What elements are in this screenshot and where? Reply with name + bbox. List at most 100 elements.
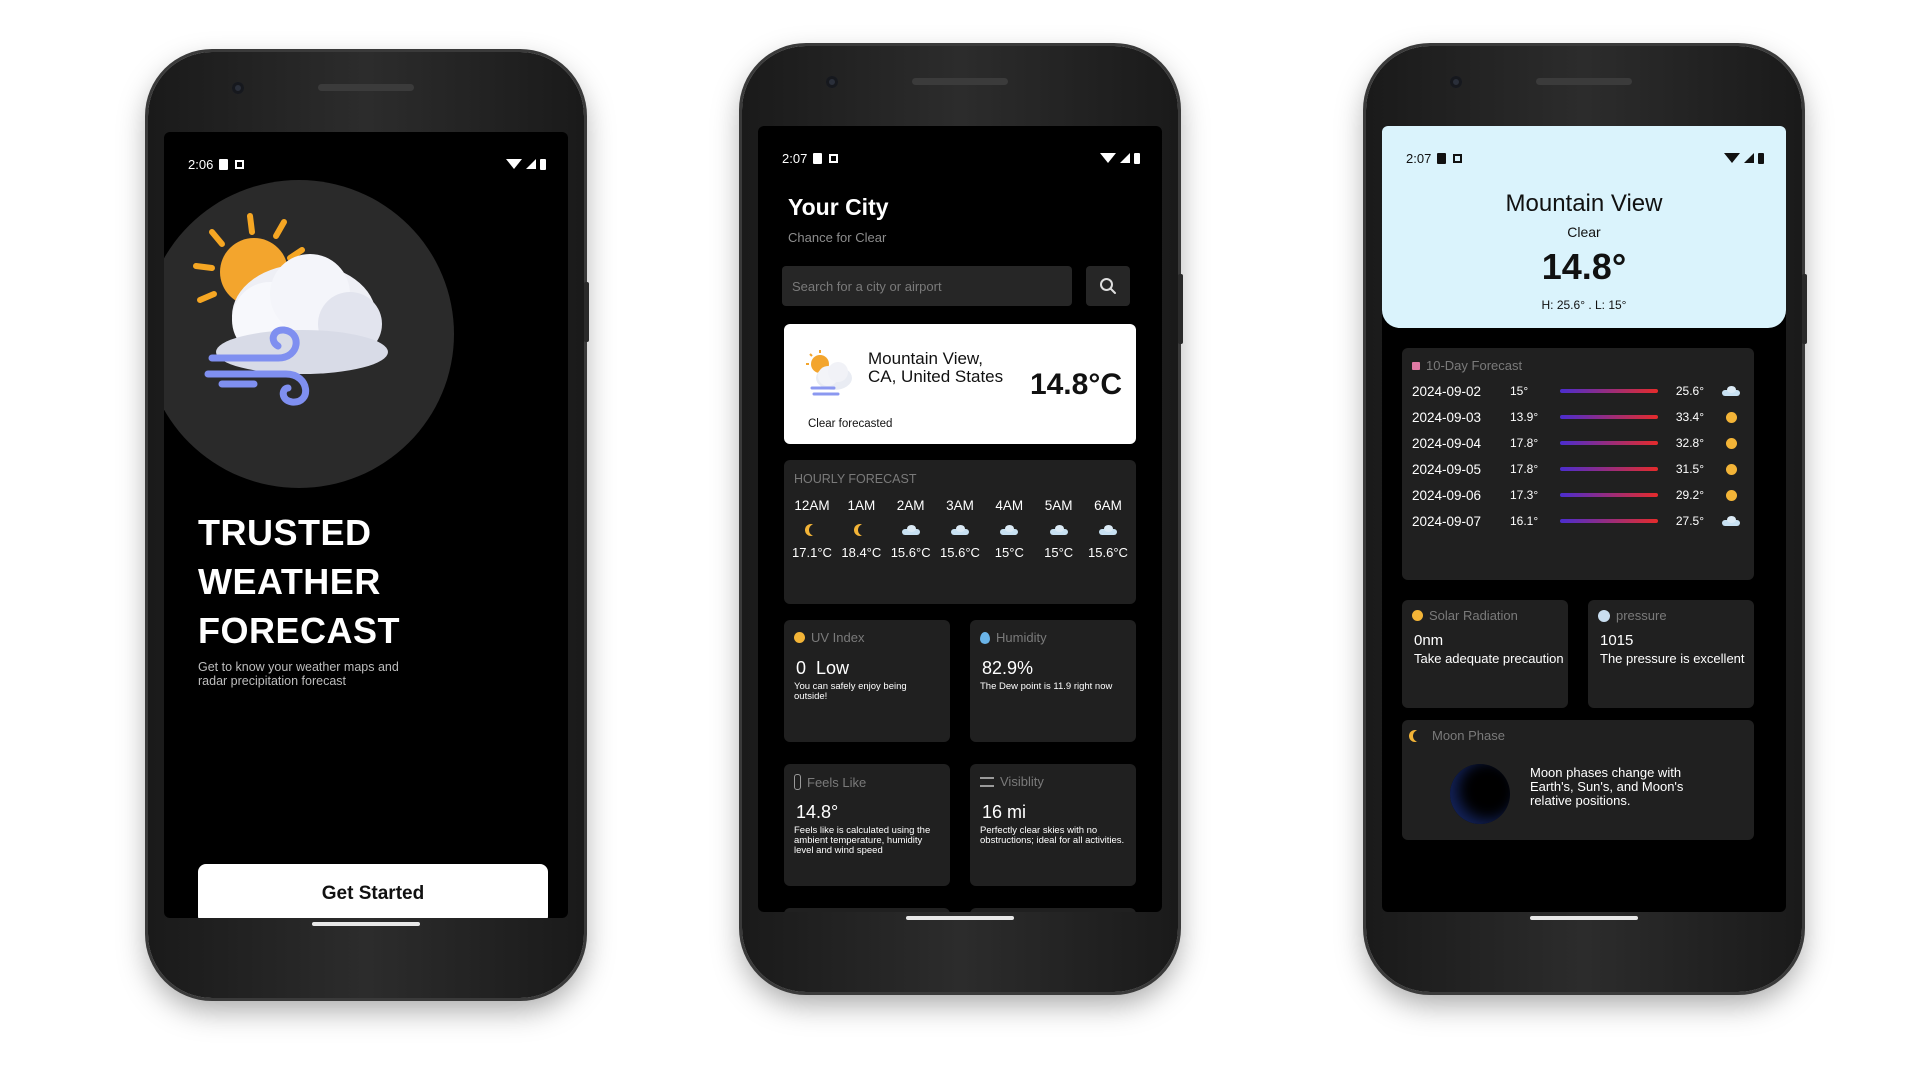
screen: 2:07 Your City Chance for Clear Search f… [758,126,1162,912]
forecast-row[interactable]: 2024-09-04 17.8° 32.8° [1412,432,1744,454]
side-button [1802,274,1807,344]
dew-tile[interactable] [970,908,1136,912]
cloud-icon [1049,525,1069,535]
forecast-icon-wrap [1718,386,1744,396]
hour-temp: 17.1°C [792,545,832,560]
earpiece [318,84,414,91]
search-input[interactable]: Search for a city or airport [782,266,1072,306]
forecast-row[interactable]: 2024-09-05 17.8° 31.5° [1412,458,1744,480]
temperature-range-bar [1560,519,1658,523]
hour-label: 6AM [1094,498,1122,513]
sun-icon [1725,437,1737,449]
phone-city-detail: Mountain View Clear 14.8° H: 25.6° . L: … [1366,46,1807,992]
temperature-range-bar [1560,467,1658,471]
pressure-note: The pressure is excellent [1600,651,1745,666]
feels-like-label-text: Feels Like [807,774,867,790]
notification-icon [235,159,245,169]
hour-icon-wrap [985,519,1033,541]
get-started-button[interactable]: Get Started [198,864,548,918]
pressure-label: pressure [1598,608,1667,623]
cloud-icon [1721,386,1741,396]
forecast-date: 2024-09-07 [1412,513,1482,529]
forecast-row[interactable]: 2024-09-02 15° 25.6° [1412,380,1744,402]
cloud-icon [950,525,970,535]
moon-icon [858,524,870,536]
moon-phase-label: Moon Phase [1408,728,1505,743]
temperature-range-bar [1560,415,1658,419]
moon-icon [809,524,821,536]
forecast-icon-wrap [1718,437,1744,449]
ten-day-forecast-card: 10-Day Forecast 2024-09-02 15° 25.6° 2024-0… [1402,348,1754,580]
moon-phase-label-text: Moon Phase [1432,728,1505,743]
forecast-high: 25.6° [1675,384,1704,398]
earpiece [912,78,1008,85]
hour-label: 4AM [995,498,1024,513]
moon-phase-graphic [1450,764,1510,824]
side-button [1178,274,1183,344]
forecast-summary: Clear forecasted [808,418,893,430]
forecast-row[interactable]: 2024-09-06 17.3° 29.2° [1412,484,1744,506]
visibility-tile[interactable]: Visiblity 16 mi Perfectly clear skies wi… [970,764,1136,886]
sun-icon [1725,463,1737,475]
hour-icon-wrap [887,519,935,541]
solar-radiation-note: Take adequate precaution [1414,651,1564,666]
hourly-forecast-label: HOURLY FORECAST [794,472,917,486]
humidity-tile[interactable]: Humidity 82.9% The Dew point is 11.9 rig… [970,620,1136,742]
hourly-item: 1AM 18.4°C [837,498,885,560]
battery-icon [1758,152,1764,164]
signal-icon [1744,153,1754,163]
visibility-label: Visiblity [980,774,1044,789]
home-indicator[interactable] [1530,916,1638,920]
hour-temp: 15.6°C [890,545,931,560]
feels-like-tile[interactable]: Feels Like 14.8° Feels like is calculate… [784,764,950,886]
battery-icon [540,158,546,170]
wifi-icon [1724,153,1740,163]
forecast-date: 2024-09-05 [1412,461,1482,477]
front-camera [826,76,838,88]
forecast-date: 2024-09-04 [1412,435,1482,451]
forecast-row[interactable]: 2024-09-03 13.9° 33.4° [1412,406,1744,428]
hour-label: 3AM [946,498,974,513]
hourly-item: 3AM 15.6°C [936,498,984,560]
forecast-high: 32.8° [1675,436,1704,450]
home-indicator[interactable] [906,916,1014,920]
forecast-low: 13.9° [1510,410,1539,424]
wind-speed-tile[interactable] [784,908,950,912]
home-indicator[interactable] [312,922,420,926]
uv-index-value: 0 Low [796,658,850,678]
forecast-icon-wrap [1718,516,1744,526]
humidity-label: Humidity [980,630,1047,645]
hour-icon-wrap [788,519,836,541]
city-subtitle: Chance for Clear [788,230,887,245]
hourly-item: 5AM 15°C [1035,498,1083,560]
forecast-date: 2024-09-03 [1412,409,1482,425]
location-card[interactable]: Mountain View, CA, United States 14.8°C … [784,324,1136,444]
pressure-tile[interactable]: pressure 1015 The pressure is excellent [1588,600,1754,708]
status-bar: 2:07 [782,148,1140,168]
moon-icon [1413,730,1425,742]
hour-temp: 15.6°C [1088,545,1128,560]
sim-icon [813,152,823,164]
forecast-high: 31.5° [1675,462,1704,476]
solar-radiation-tile[interactable]: Solar Radiation 0nm Take adequate precau… [1402,600,1568,708]
forecast-low: 17.8° [1510,462,1539,476]
hour-temp: 15°C [1044,545,1074,560]
search-button[interactable] [1086,266,1130,306]
headline-line-2: WEATHER [198,561,381,602]
forecast-high: 29.2° [1675,488,1704,502]
signal-icon [526,159,536,169]
hour-label: 1AM [847,498,876,513]
side-button [584,282,589,342]
hour-temp: 15.6°C [940,545,980,560]
moon-phase-card[interactable]: Moon Phase Moon phases change with Earth… [1402,720,1754,840]
hour-label: 5AM [1044,498,1073,513]
notification-icon [1453,153,1463,163]
uv-index-label-text: UV Index [811,630,865,645]
headline-line-1: TRUSTED [198,512,372,553]
hour-icon-wrap [1035,519,1083,541]
wifi-icon [1100,153,1116,163]
hour-icon-wrap [936,519,984,541]
hour-icon-wrap [1084,519,1132,541]
forecast-row[interactable]: 2024-09-07 16.1° 27.5° [1412,510,1744,532]
uv-index-tile[interactable]: UV Index 0 Low You can safely enjoy bein… [784,620,950,742]
